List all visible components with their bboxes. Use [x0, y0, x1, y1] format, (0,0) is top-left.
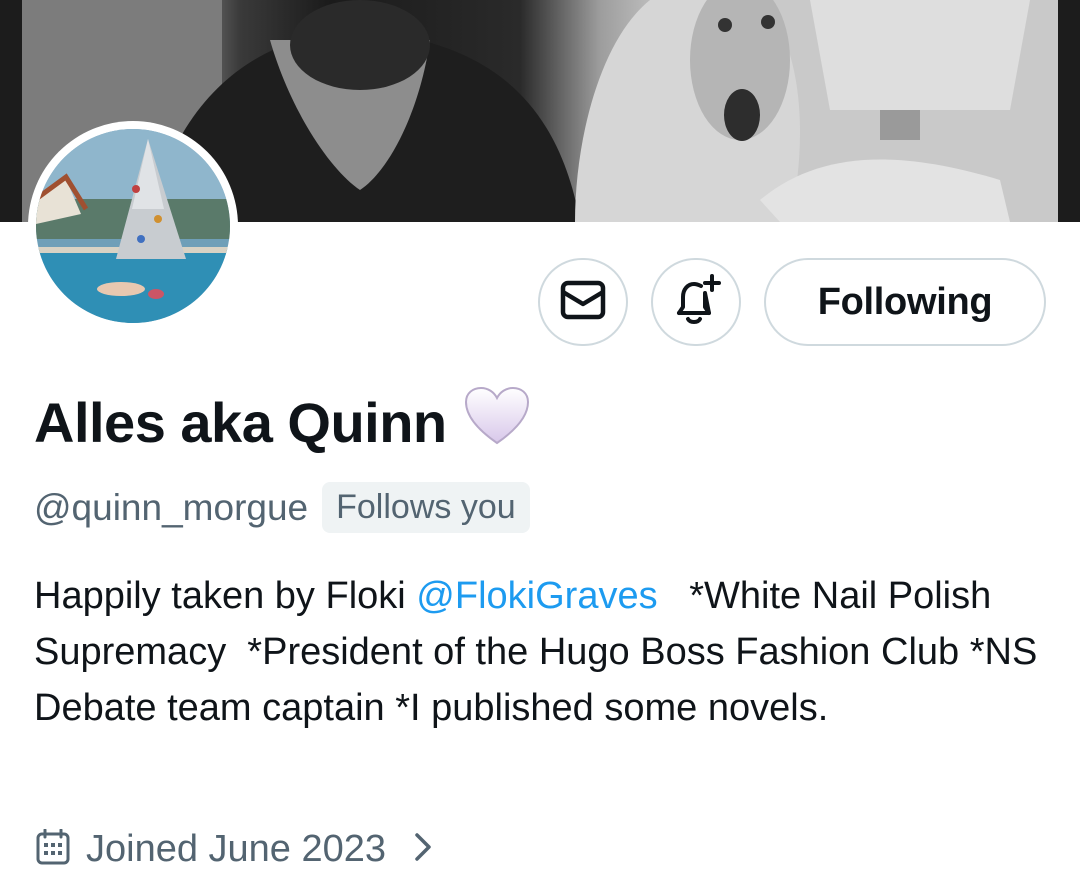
avatar-photo	[36, 129, 230, 323]
bell-plus-icon	[669, 273, 723, 332]
handle: @quinn_morgue	[34, 486, 309, 528]
display-name: Alles aka Quinn	[34, 385, 531, 460]
notifications-button[interactable]	[651, 258, 741, 346]
message-button[interactable]	[538, 258, 628, 346]
following-button[interactable]: Following	[764, 258, 1046, 346]
avatar[interactable]	[36, 129, 230, 323]
white-heart-icon	[463, 385, 531, 460]
display-name-text: Alles aka Quinn	[34, 391, 447, 454]
follows-you-badge: Follows you	[322, 482, 530, 533]
joined-row[interactable]: Joined June 2023	[36, 828, 432, 871]
bio: Happily taken by Floki @FlokiGraves *Whi…	[34, 568, 1044, 736]
handle-row: @quinn_morgue Follows you	[34, 482, 530, 533]
calendar-icon	[36, 828, 70, 870]
bio-mention-link[interactable]: @FlokiGraves	[416, 575, 657, 617]
joined-date: Joined June 2023	[86, 828, 387, 870]
following-label: Following	[817, 280, 993, 323]
envelope-icon	[560, 280, 606, 325]
bio-text-1: Happily taken by Floki	[34, 575, 417, 617]
chevron-right-icon	[414, 832, 432, 867]
